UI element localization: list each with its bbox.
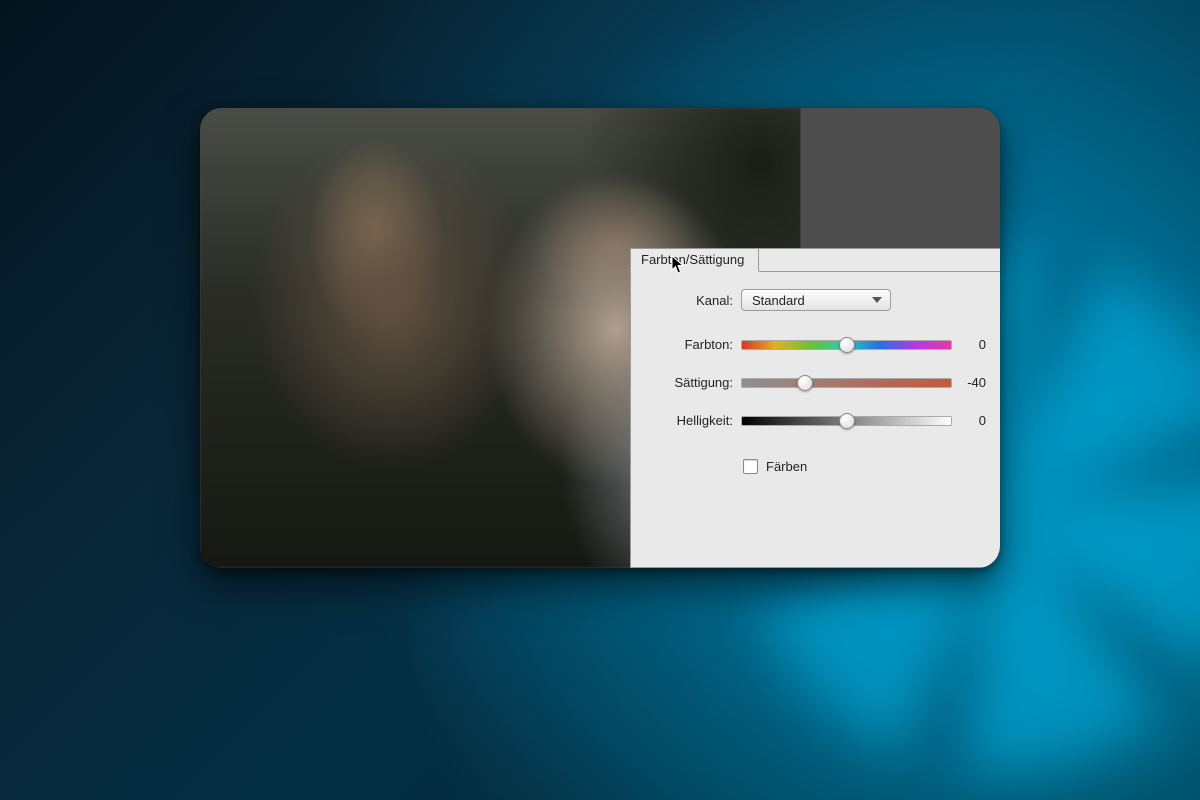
saturation-slider[interactable] bbox=[741, 378, 952, 388]
saturation-label: Sättigung: bbox=[631, 375, 741, 390]
hue-slider[interactable] bbox=[741, 340, 952, 350]
hue-slider-knob[interactable] bbox=[839, 337, 855, 353]
chevron-down-icon bbox=[872, 297, 882, 303]
colorize-checkbox[interactable] bbox=[743, 459, 758, 474]
lightness-label: Helligkeit: bbox=[631, 413, 741, 428]
tutorial-card: Farbton/Sättigung Kanal: Standard Farbto… bbox=[200, 108, 1000, 568]
colorize-row: Färben bbox=[743, 459, 986, 474]
hue-row: Farbton: 0 bbox=[631, 337, 986, 352]
lightness-slider-knob[interactable] bbox=[839, 413, 855, 429]
channel-row: Kanal: Standard bbox=[631, 289, 986, 311]
colorize-label: Färben bbox=[766, 459, 807, 474]
hue-value: 0 bbox=[952, 337, 986, 352]
saturation-value: -40 bbox=[952, 375, 986, 390]
hue-label: Farbton: bbox=[631, 337, 741, 352]
lightness-row: Helligkeit: 0 bbox=[631, 413, 986, 428]
channel-select[interactable]: Standard bbox=[741, 289, 891, 311]
lightness-slider[interactable] bbox=[741, 416, 952, 426]
channel-select-value: Standard bbox=[752, 293, 805, 308]
saturation-row: Sättigung: -40 bbox=[631, 375, 986, 390]
app-backdrop: Farbton/Sättigung Kanal: Standard Farbto… bbox=[0, 0, 1200, 800]
panel-tab[interactable]: Farbton/Sättigung bbox=[630, 248, 759, 272]
editor-pasteboard bbox=[800, 108, 1000, 248]
channel-label: Kanal: bbox=[631, 293, 741, 308]
saturation-slider-knob[interactable] bbox=[797, 375, 813, 391]
panel-tab-label: Farbton/Sättigung bbox=[641, 252, 744, 267]
lightness-value: 0 bbox=[952, 413, 986, 428]
hue-saturation-panel: Farbton/Sättigung Kanal: Standard Farbto… bbox=[630, 248, 1000, 568]
